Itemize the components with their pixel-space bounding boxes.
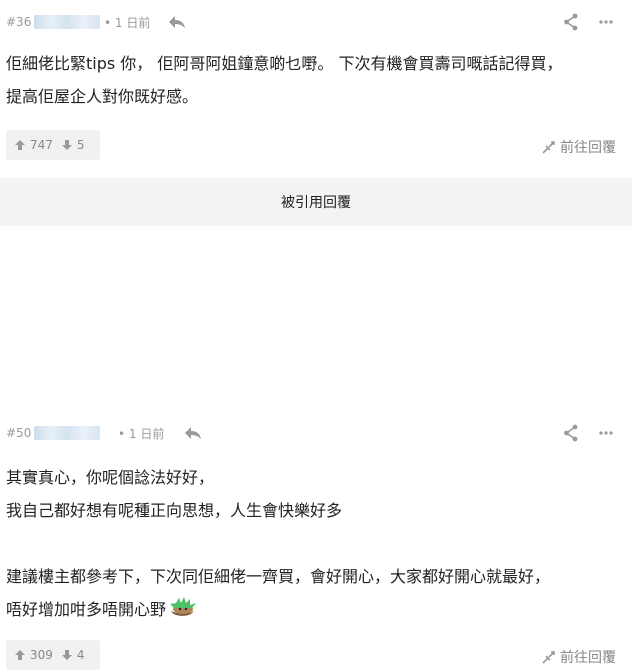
upvote-count: 309 xyxy=(30,648,53,662)
dot-separator: • xyxy=(118,426,126,441)
content-line-blank xyxy=(6,527,622,560)
post-time: • 1 日前 xyxy=(118,425,164,442)
more-dots-icon[interactable] xyxy=(598,425,614,441)
thumb-down-arrow-icon xyxy=(61,140,72,150)
goto-reply-label: 前往回覆 xyxy=(560,140,616,156)
goto-reply-label: 前往回覆 xyxy=(560,650,616,666)
time-label: 1 日前 xyxy=(128,426,165,441)
content-line: 建議樓主都參考下，下次同佢細佬一齊買，會好開心，大家都好開心就最好， xyxy=(6,567,551,586)
content-line: 唔好增加咁多唔開心野 xyxy=(6,600,167,619)
post-time: • 1 日前 xyxy=(104,14,150,31)
share-icon[interactable] xyxy=(563,13,579,31)
reply-arrow-icon[interactable] xyxy=(184,425,202,441)
post-36: #36 • 1 日前 佢細佬比緊tips 你， 佢阿哥阿姐鐘意啲乜嘢。 下次有機… xyxy=(0,0,632,178)
thumb-up-arrow-icon xyxy=(15,650,25,660)
post-header: #36 • 1 日前 xyxy=(0,10,632,34)
username-blurred[interactable] xyxy=(34,15,100,29)
thumb-up-arrow-icon xyxy=(15,140,25,150)
content-line-with-emoji: 唔好增加咁多唔開心野 xyxy=(6,593,622,626)
post-content: 佢細佬比緊tips 你， 佢阿哥阿姐鐘意啲乜嘢。 下次有機會買壽司嘅話記得買， … xyxy=(6,47,622,113)
upvote-button[interactable]: 309 xyxy=(14,648,53,662)
goto-reply-icon xyxy=(542,141,555,154)
dot-separator: • xyxy=(104,15,112,30)
post-header: #50 • 1 日前 xyxy=(0,421,632,445)
content-line: 我自己都好想有呢種正向思想，人生會快樂好多 xyxy=(6,501,343,520)
goto-reply-link[interactable]: 前往回覆 xyxy=(542,137,616,157)
downvote-count: 5 xyxy=(76,138,85,152)
time-label: 1 日前 xyxy=(114,15,151,30)
goto-reply-link[interactable]: 前往回覆 xyxy=(542,647,616,667)
upvote-count: 747 xyxy=(30,138,53,152)
thumb-down-arrow-icon xyxy=(61,650,72,660)
reply-arrow-icon[interactable] xyxy=(168,14,186,30)
goto-reply-icon xyxy=(542,651,555,664)
share-icon[interactable] xyxy=(563,424,579,442)
vote-box: 309 4 xyxy=(6,640,100,670)
post-content: 其實真心，你呢個諗法好好， 我自己都好想有呢種正向思想，人生會快樂好多 建議樓主… xyxy=(6,461,622,626)
content-line: 提高佢屋企人對你既好感。 xyxy=(6,87,199,106)
username-blurred[interactable] xyxy=(34,426,100,440)
upvote-button[interactable]: 747 xyxy=(14,138,53,152)
content-line: 佢細佬比緊tips 你， 佢阿哥阿姐鐘意啲乜嘢。 下次有機會買壽司嘅話記得買， xyxy=(6,54,563,73)
green-haired-emoji-icon xyxy=(170,597,197,616)
post-number: #50 xyxy=(6,426,32,440)
more-dots-icon[interactable] xyxy=(598,14,614,30)
downvote-button[interactable]: 5 xyxy=(61,138,85,152)
post-50: #50 • 1 日前 其實真心，你呢個諗法好好， 我自己都好想有呢種正向思想，人… xyxy=(0,178,632,670)
downvote-count: 4 xyxy=(76,648,85,662)
downvote-button[interactable]: 4 xyxy=(61,648,85,662)
vote-box: 747 5 xyxy=(6,130,100,160)
content-line: 其實真心，你呢個諗法好好， xyxy=(6,468,215,487)
post-number: #36 xyxy=(6,15,32,29)
